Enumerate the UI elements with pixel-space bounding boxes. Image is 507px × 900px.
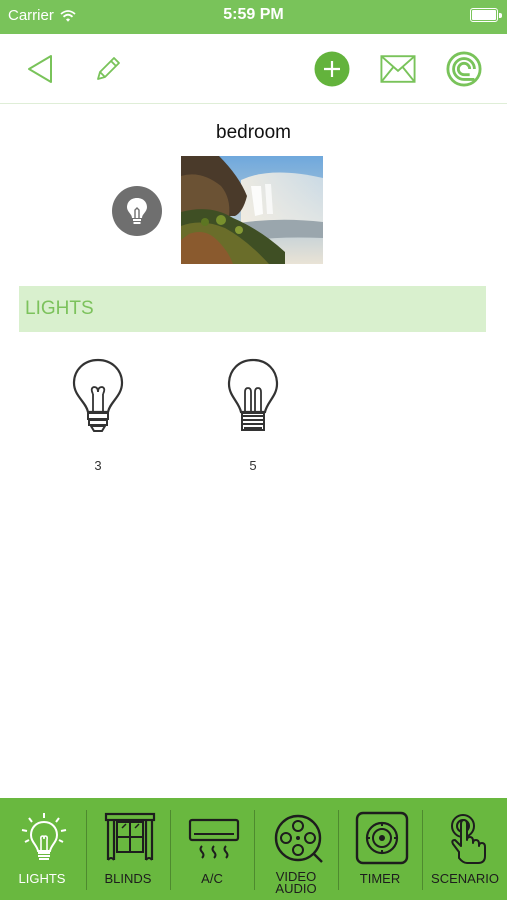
light-device-5[interactable]: 5 xyxy=(213,356,293,476)
device-label: 3 xyxy=(94,458,102,473)
tab-label: LIGHTS xyxy=(18,871,66,886)
status-time: 5:59 PM xyxy=(223,6,284,23)
tab-video-audio[interactable]: VIDEO AUDIO xyxy=(254,798,338,900)
tab-label-line2: AUDIO xyxy=(275,881,317,896)
tab-blinds[interactable]: BLINDS xyxy=(86,798,170,900)
envelope-icon[interactable] xyxy=(380,51,416,87)
tab-timer[interactable]: TIMER xyxy=(338,798,422,900)
spiral-logo-icon[interactable] xyxy=(446,51,482,87)
room-title: bedroom xyxy=(216,122,291,143)
ac-icon xyxy=(188,818,240,859)
lightbulb-icon[interactable] xyxy=(112,186,162,236)
tab-label: SCENARIO xyxy=(431,871,499,886)
light-icon xyxy=(21,813,67,860)
device-label: 5 xyxy=(249,458,257,473)
tab-scenario[interactable]: SCENARIO xyxy=(423,798,507,900)
blinds-icon xyxy=(104,812,156,861)
section-band: LIGHTS xyxy=(19,286,486,332)
plus-circle-icon[interactable] xyxy=(314,51,350,87)
light-device-3[interactable]: 3 xyxy=(58,356,138,476)
lightbulb-filament-icon xyxy=(72,358,124,432)
back-triangle-icon[interactable] xyxy=(22,51,58,87)
video-audio-icon xyxy=(274,814,323,863)
timer-icon xyxy=(355,811,409,865)
toolbar xyxy=(0,34,507,104)
tab-label: A/C xyxy=(201,871,223,886)
lightbulb-cfl-icon xyxy=(227,358,279,431)
tab-ac[interactable]: A/C xyxy=(170,798,254,900)
tab-bar: LIGHTS BLINDS A/C VIDEO AUDIO TIMER SCEN… xyxy=(0,798,507,900)
tab-label: VIDEO AUDIO xyxy=(254,870,338,896)
pencil-icon[interactable] xyxy=(90,51,126,87)
tab-lights[interactable]: LIGHTS xyxy=(0,798,84,900)
tab-label: TIMER xyxy=(359,871,401,886)
section-title: LIGHTS xyxy=(25,298,94,319)
room-photo[interactable] xyxy=(181,156,323,264)
status-bar: Carrier 5:59 PM xyxy=(0,0,507,34)
battery-icon xyxy=(470,8,502,22)
tab-label: BLINDS xyxy=(104,871,152,886)
scenario-hand-icon xyxy=(451,814,486,864)
